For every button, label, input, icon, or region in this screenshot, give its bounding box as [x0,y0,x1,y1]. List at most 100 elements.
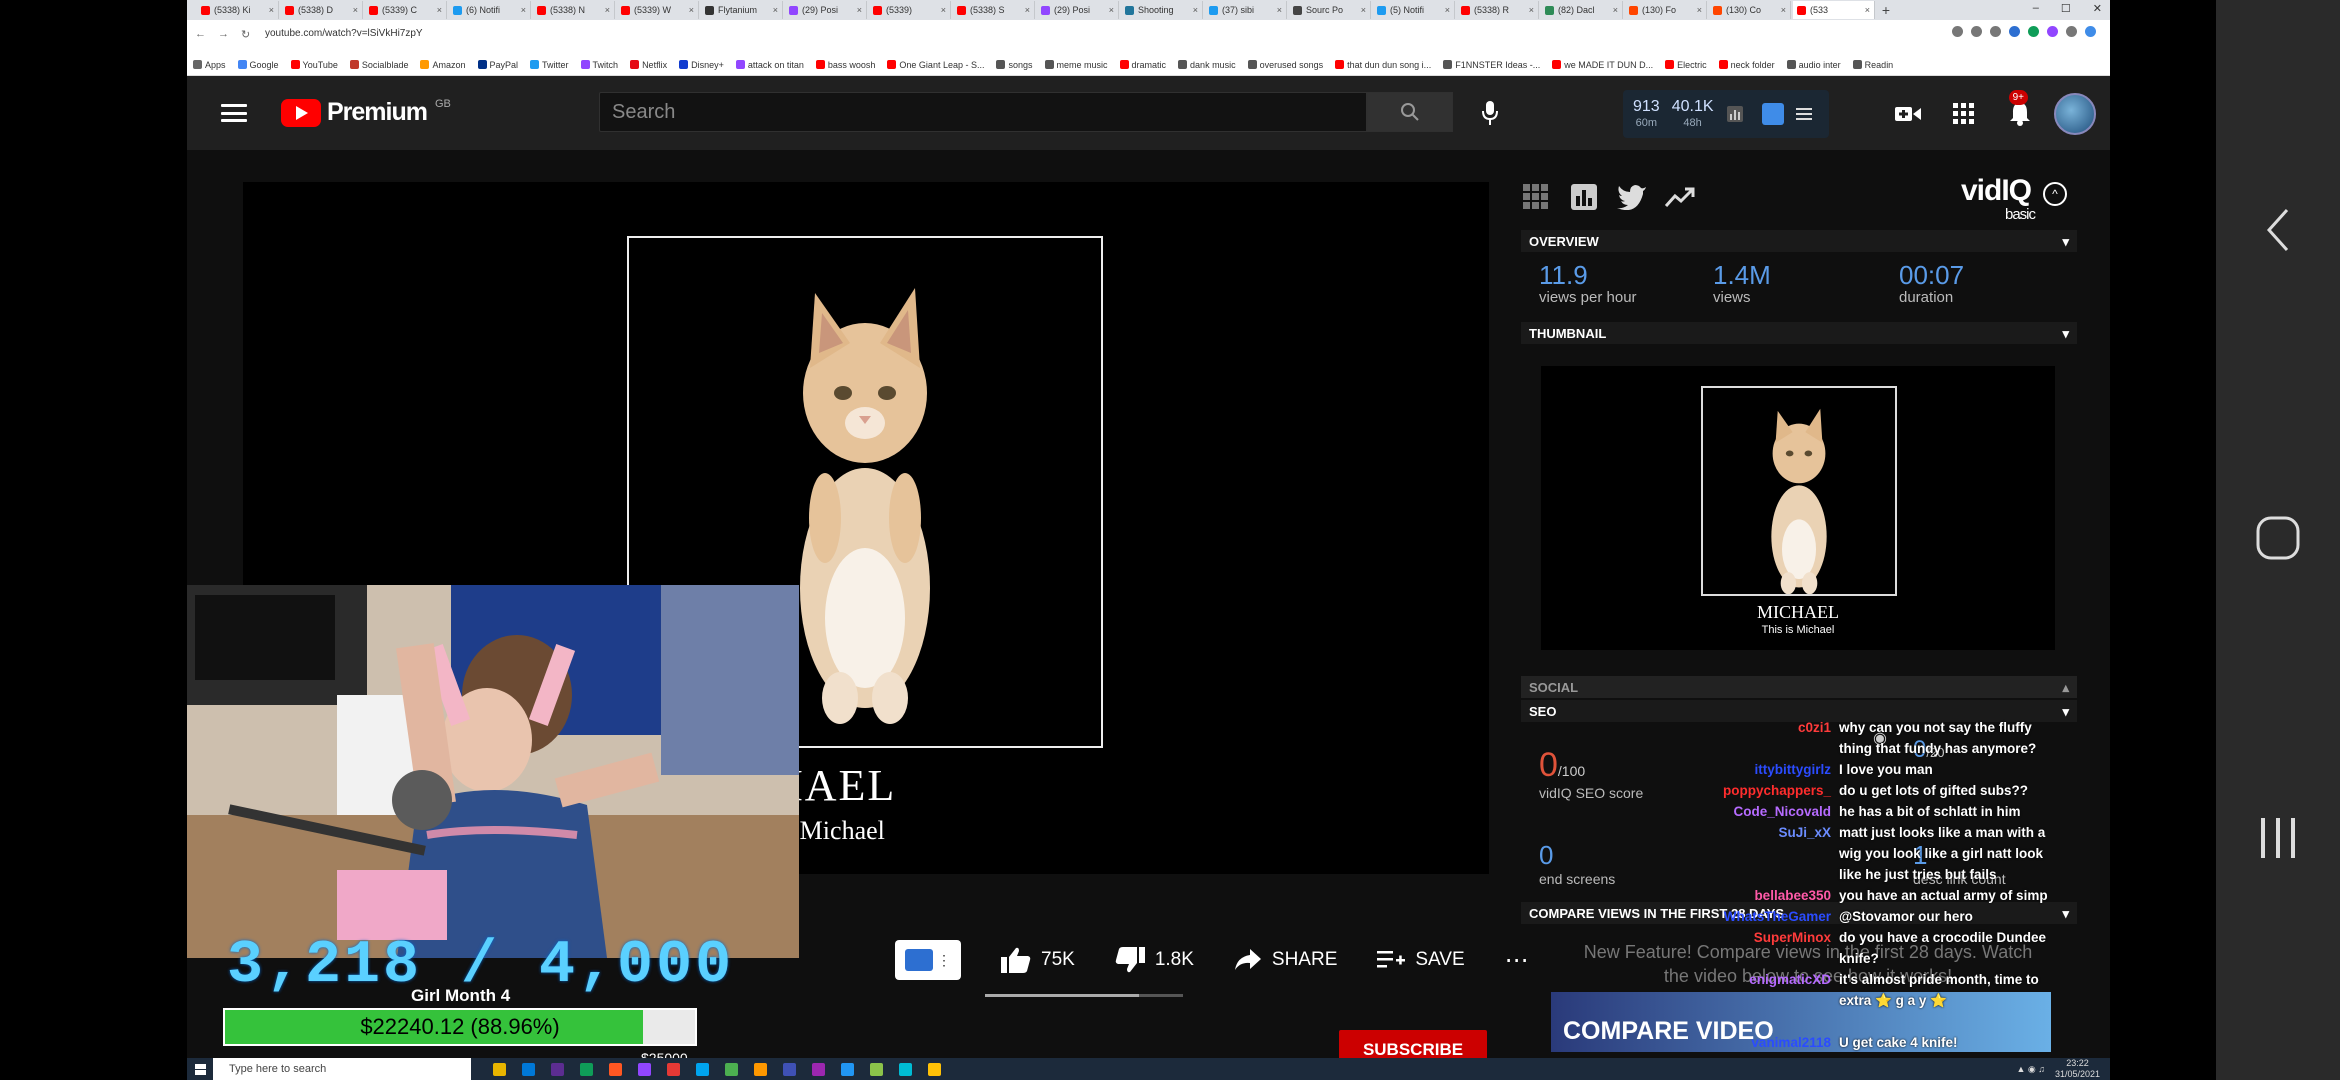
bookmark-item[interactable]: that dun dun song i... [1335,60,1431,70]
menu-icon[interactable] [221,104,247,122]
bookmark-item[interactable]: we MADE IT DUN D... [1552,60,1653,70]
extension-icon[interactable] [2047,26,2058,37]
browser-tab[interactable]: (5338) R × [1457,1,1539,19]
bookmark-item[interactable]: Netflix [630,60,667,70]
bookmark-item[interactable]: F1NNSTER Ideas -... [1443,60,1540,70]
bookmark-item[interactable]: Twitch [580,60,618,70]
close-tab-icon[interactable]: × [605,5,610,15]
browser-tab[interactable]: (130) Co × [1709,1,1791,19]
taskbar-app-icon[interactable] [522,1062,535,1076]
collapse-icon[interactable]: ^ [2043,182,2067,206]
bookmark-item[interactable]: Apps [193,60,226,70]
taskbar-app-icon[interactable] [609,1062,622,1076]
browser-tab[interactable]: (5338) S × [953,1,1035,19]
browser-tab[interactable]: (5339) C × [365,1,447,19]
taskbar-app-icon[interactable] [783,1062,796,1076]
voice-search-button[interactable] [1477,100,1503,126]
close-tab-icon[interactable]: × [689,5,694,15]
vidiq-realtime-stats[interactable]: 913 60m 40.1K 48h [1623,90,1829,138]
taskbar-app-icon[interactable] [551,1062,564,1076]
close-tab-icon[interactable]: × [437,5,442,15]
browser-tab[interactable]: (82) Dacl × [1541,1,1623,19]
create-video-button[interactable] [1880,90,1936,138]
bookmark-item[interactable]: meme music [1044,60,1108,70]
close-window-button[interactable]: ✕ [2093,2,2102,15]
taskbar-app-icon[interactable] [928,1062,941,1076]
browser-tab[interactable]: (37) sibi × [1205,1,1287,19]
bookmark-item[interactable]: Amazon [420,60,466,70]
social-section-header[interactable]: SOCIAL ▴ [1521,676,2077,698]
save-button[interactable]: SAVE [1377,949,1465,971]
back-nav-button[interactable] [2265,208,2291,252]
reload-icon[interactable]: ↻ [241,28,250,41]
browser-tab[interactable]: (29) Posi × [1037,1,1119,19]
apps-button[interactable] [1936,90,1992,138]
browser-tab[interactable]: Sourc Po × [1289,1,1371,19]
close-tab-icon[interactable]: × [1613,5,1618,15]
grid-icon[interactable] [1521,182,1551,212]
bookmark-item[interactable]: PayPal [477,60,518,70]
taskbar-app-icon[interactable] [899,1062,912,1076]
taskbar-app-icon[interactable] [696,1062,709,1076]
close-tab-icon[interactable]: × [1277,5,1282,15]
bookmark-item[interactable]: Google [237,60,279,70]
forward-icon[interactable]: → [218,28,229,41]
home-nav-button[interactable] [2256,516,2300,560]
taskbar-search-input[interactable]: Type here to search [213,1058,471,1080]
bookmark-star-icon[interactable] [1990,26,2001,37]
bookmark-item[interactable]: songs [996,60,1033,70]
browser-tab[interactable]: (6) Notifi × [449,1,531,19]
browser-tab[interactable]: (5339) × [869,1,951,19]
bar-chart-icon[interactable] [1726,105,1744,123]
taskbar-app-icon[interactable] [754,1062,767,1076]
bookmark-item[interactable]: dank music [1178,60,1236,70]
like-button[interactable]: 75K [1001,946,1075,974]
close-tab-icon[interactable]: × [941,5,946,15]
bookmark-item[interactable]: dramatic [1119,60,1166,70]
close-tab-icon[interactable]: × [1445,5,1450,15]
close-tab-icon[interactable]: × [1865,5,1870,15]
stats-icon[interactable] [1569,182,1599,212]
bookmark-item[interactable]: audio inter [1786,60,1841,70]
dislike-button[interactable]: 1.8K [1115,946,1194,974]
bookmark-item[interactable]: Disney+ [679,60,724,70]
browser-tab[interactable]: Shooting × [1121,1,1203,19]
close-tab-icon[interactable]: × [1361,5,1366,15]
browser-tab[interactable]: (5338) D × [281,1,363,19]
close-tab-icon[interactable]: × [773,5,778,15]
bookmark-item[interactable]: Readin [1852,60,1893,70]
bookmark-item[interactable]: Electric [1665,60,1707,70]
vidiq-icon[interactable] [1761,103,1784,125]
search-button[interactable] [1367,92,1453,132]
browser-tab[interactable]: Flytanium × [701,1,783,19]
browser-tab[interactable]: (5339) W × [617,1,699,19]
taskbar-app-icon[interactable] [870,1062,883,1076]
browser-tab[interactable]: (5338) N × [533,1,615,19]
close-tab-icon[interactable]: × [1529,5,1534,15]
overview-section-header[interactable]: OVERVIEW ▾ [1521,230,2077,252]
recents-nav-button[interactable] [2258,816,2298,860]
share-icon[interactable] [1971,26,1982,37]
puzzle-icon[interactable] [2066,26,2077,37]
profile-icon[interactable] [2085,26,2096,37]
clock[interactable]: 23:22 31/05/2021 [2055,1058,2100,1080]
close-tab-icon[interactable]: × [857,5,862,15]
extension-icon[interactable] [2009,26,2020,37]
close-tab-icon[interactable]: × [521,5,526,15]
taskbar-app-icon[interactable] [725,1062,738,1076]
bookmark-item[interactable]: bass woosh [815,60,875,70]
bookmark-item[interactable]: Socialblade [349,60,408,70]
close-tab-icon[interactable]: × [1109,5,1114,15]
browser-tab[interactable]: (533 × [1793,1,1875,19]
close-tab-icon[interactable]: × [1697,5,1702,15]
bookmark-item[interactable]: attack on titan [735,60,804,70]
maximize-button[interactable]: ☐ [2061,2,2071,15]
bookmark-item[interactable]: Twitter [530,60,569,70]
taskbar-app-icon[interactable] [638,1062,651,1076]
taskbar-app-icon[interactable] [580,1062,593,1076]
browser-tab[interactable]: (5) Notifi × [1373,1,1455,19]
taskbar-app-icon[interactable] [493,1062,506,1076]
list-icon[interactable] [1795,107,1812,121]
back-icon[interactable]: ← [195,28,206,41]
minimize-button[interactable]: – [2033,2,2039,15]
